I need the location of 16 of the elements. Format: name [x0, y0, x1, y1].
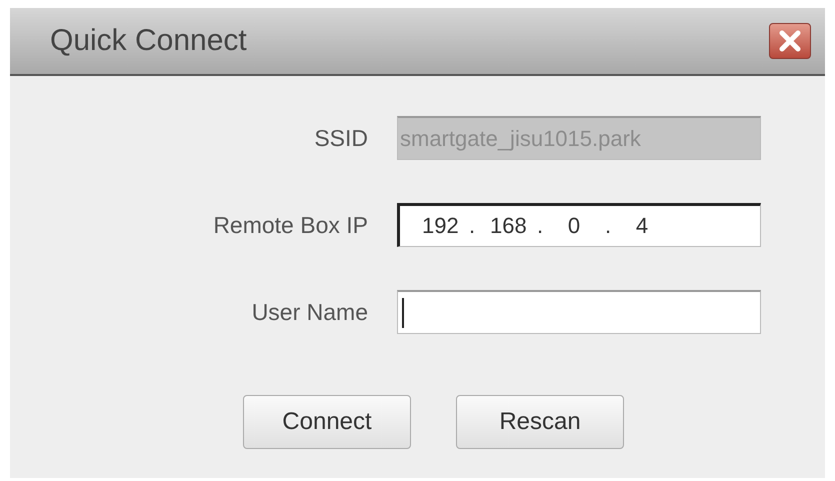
close-button[interactable] — [769, 23, 811, 59]
octet-separator: . — [468, 213, 476, 239]
field-label: SSID — [314, 124, 368, 152]
octet-separator: . — [604, 213, 612, 239]
ip-address-field[interactable]: 192 . 168 . 0 . 4 — [397, 203, 761, 247]
ip-octet: 0 — [566, 213, 582, 239]
connect-button[interactable]: Connect — [243, 395, 411, 449]
text-field[interactable] — [397, 290, 761, 334]
text-cursor — [402, 298, 404, 328]
close-icon — [779, 30, 801, 52]
window-title: Quick Connect — [50, 24, 247, 58]
field-label: User Name — [252, 298, 368, 326]
octet-separator: . — [536, 213, 544, 239]
field-label: Remote Box IP — [213, 212, 368, 238]
rescan-button[interactable]: Rescan — [456, 395, 624, 449]
ip-octet: 4 — [634, 213, 650, 239]
